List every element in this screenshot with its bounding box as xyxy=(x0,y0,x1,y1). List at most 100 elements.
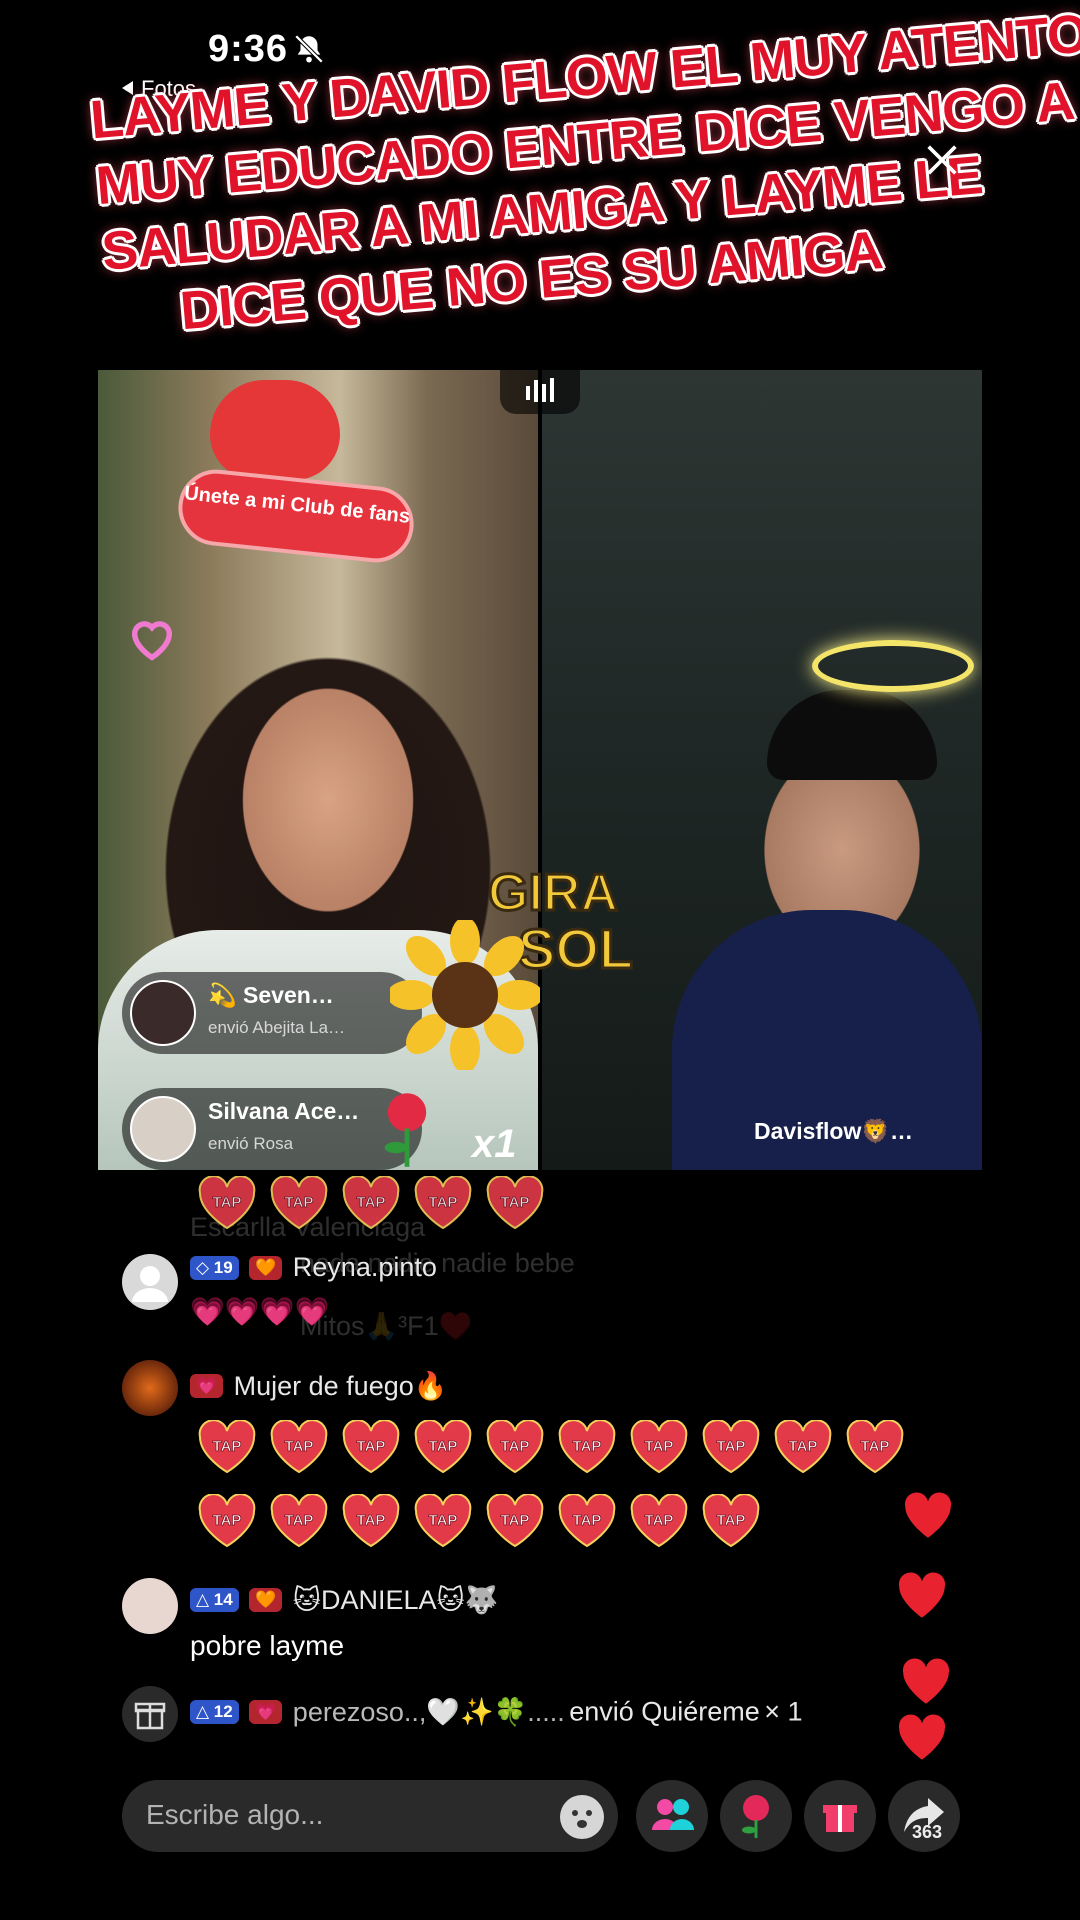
svg-text:TAP: TAP xyxy=(645,1512,674,1529)
tap-heart-icon: TAP xyxy=(342,1420,400,1474)
level-badge: △ 12 xyxy=(190,1700,239,1724)
gift-sender-name: Silvana Ace… xyxy=(208,1098,360,1124)
audio-bars-icon xyxy=(526,378,554,402)
emoji-icon[interactable] xyxy=(560,1795,604,1839)
level-badge: ◇ 19 xyxy=(190,1255,239,1280)
chat-username: 🐱DANIELA🐱🐺 xyxy=(292,1585,499,1615)
level-badge: △ 14 xyxy=(190,1588,239,1612)
tap-heart-icon: TAP xyxy=(486,1494,544,1548)
svg-text:TAP: TAP xyxy=(285,1438,314,1455)
svg-text:TAP: TAP xyxy=(717,1512,746,1529)
svg-text:TAP: TAP xyxy=(285,1194,314,1211)
svg-text:TAP: TAP xyxy=(501,1438,530,1455)
floating-heart-icon xyxy=(898,1572,946,1618)
svg-text:TAP: TAP xyxy=(357,1194,386,1211)
svg-text:TAP: TAP xyxy=(501,1512,530,1529)
chat-message[interactable]: 💗 Mujer de fuego🔥 xyxy=(190,1370,447,1402)
gift-detail: envió Rosa xyxy=(208,1134,294,1153)
tap-heart-icon: TAP xyxy=(558,1420,616,1474)
svg-text:TAP: TAP xyxy=(213,1438,242,1455)
svg-text:GIRA: GIRA xyxy=(488,864,618,922)
tap-heart-icon: TAP xyxy=(414,1176,472,1230)
tap-heart-icon: TAP xyxy=(270,1176,328,1230)
gift-event-icon-wrap xyxy=(122,1686,178,1742)
avatar[interactable] xyxy=(122,1578,178,1634)
svg-text:TAP: TAP xyxy=(429,1194,458,1211)
tap-heart-icon: TAP xyxy=(414,1420,472,1474)
audio-level-indicator xyxy=(500,370,580,414)
tap-heart-icon: TAP xyxy=(342,1494,400,1548)
tap-heart-icon: TAP xyxy=(630,1420,688,1474)
tap-heart-icon: TAP xyxy=(630,1494,688,1548)
gift-event-message[interactable]: △ 12 💗 perezoso..,🤍✨🍀..... envió Quiérem… xyxy=(190,1696,803,1728)
fan-badge: 🧡 xyxy=(249,1588,283,1612)
avatar[interactable] xyxy=(122,1254,178,1310)
svg-text:TAP: TAP xyxy=(213,1194,242,1211)
floating-heart-icon xyxy=(902,1658,950,1704)
tap-heart-icon: TAP xyxy=(486,1176,544,1230)
halo-effect xyxy=(812,640,974,692)
svg-text:TAP: TAP xyxy=(285,1512,314,1529)
sunflower-gift-icon xyxy=(390,920,540,1070)
fan-badge: 💗 xyxy=(190,1374,224,1398)
rose-button[interactable] xyxy=(720,1780,792,1852)
chat-message[interactable]: △ 14 🧡 🐱DANIELA🐱🐺 pobre layme xyxy=(190,1584,498,1662)
level-number: 14 xyxy=(213,1590,233,1609)
tap-heart-icon: TAP xyxy=(846,1420,904,1474)
level-number: 12 xyxy=(213,1702,233,1721)
svg-text:TAP: TAP xyxy=(429,1512,458,1529)
tap-heart-icon: TAP xyxy=(702,1420,760,1474)
chat-username: Reyna.pinto xyxy=(292,1252,437,1282)
gift-count: x1 xyxy=(472,1122,517,1166)
bell-muted-icon xyxy=(294,34,324,64)
cap-shape xyxy=(767,690,937,780)
default-user-icon xyxy=(132,1266,168,1302)
avatar[interactable] xyxy=(122,1360,178,1416)
fan-badge: 🧡 xyxy=(249,1255,283,1280)
tap-heart-icon: TAP xyxy=(486,1420,544,1474)
gift-toast: 💫 Seven… envió Abejita La… xyxy=(122,972,422,1054)
svg-text:TAP: TAP xyxy=(645,1438,674,1455)
tap-heart-icon: TAP xyxy=(702,1494,760,1548)
chat-username: Mujer de fuego🔥 xyxy=(233,1371,448,1401)
caption-banner: Layme y David flow el muy atento Muy edu… xyxy=(88,3,1080,407)
gift-detail: envió Abejita La… xyxy=(208,1018,346,1037)
heart-outline-icon xyxy=(131,621,173,661)
chat-message[interactable]: ◇ 19 🧡 Reyna.pinto 💗💗💗💗 xyxy=(190,1252,437,1328)
guests-button[interactable] xyxy=(636,1780,708,1852)
rose-gift-icon xyxy=(384,1093,427,1167)
tap-heart-icon: TAP xyxy=(774,1420,832,1474)
gift-event-text: envió Quiéreme xyxy=(569,1696,760,1727)
svg-text:TAP: TAP xyxy=(213,1512,242,1529)
right-host-name[interactable]: Davisflow🦁… xyxy=(754,1118,913,1145)
comment-placeholder: Escribe algo... xyxy=(146,1799,324,1830)
svg-text:TAP: TAP xyxy=(573,1512,602,1529)
tap-heart-icon: TAP xyxy=(270,1420,328,1474)
right-stream-video[interactable] xyxy=(542,370,982,1170)
svg-text:TAP: TAP xyxy=(573,1438,602,1455)
floating-heart-icon xyxy=(904,1492,952,1538)
fan-badge: 💗 xyxy=(249,1700,283,1724)
gift-button[interactable] xyxy=(804,1780,876,1852)
tap-heart-icon: TAP xyxy=(558,1494,616,1548)
svg-text:TAP: TAP xyxy=(861,1438,890,1455)
rose-icon xyxy=(742,1795,769,1838)
svg-text:TAP: TAP xyxy=(357,1512,386,1529)
gift-icon xyxy=(823,1805,857,1832)
svg-text:TAP: TAP xyxy=(717,1438,746,1455)
status-time: 9:36 xyxy=(208,28,289,70)
tap-heart-icon: TAP xyxy=(414,1494,472,1548)
tap-heart-icon: TAP xyxy=(198,1494,256,1548)
avatar xyxy=(130,1096,196,1162)
gift-outline-icon xyxy=(134,1702,166,1730)
svg-text:TAP: TAP xyxy=(501,1194,530,1211)
tap-heart-icon: TAP xyxy=(198,1420,256,1474)
people-icon xyxy=(652,1799,694,1830)
share-count: 363 xyxy=(912,1822,943,1842)
avatar xyxy=(130,980,196,1046)
chat-text: pobre layme xyxy=(190,1630,345,1661)
gift-event-count: × 1 xyxy=(764,1696,803,1727)
tap-heart-icon: TAP xyxy=(198,1176,256,1230)
tap-heart-icon: TAP xyxy=(270,1494,328,1548)
close-icon[interactable] xyxy=(922,140,962,180)
